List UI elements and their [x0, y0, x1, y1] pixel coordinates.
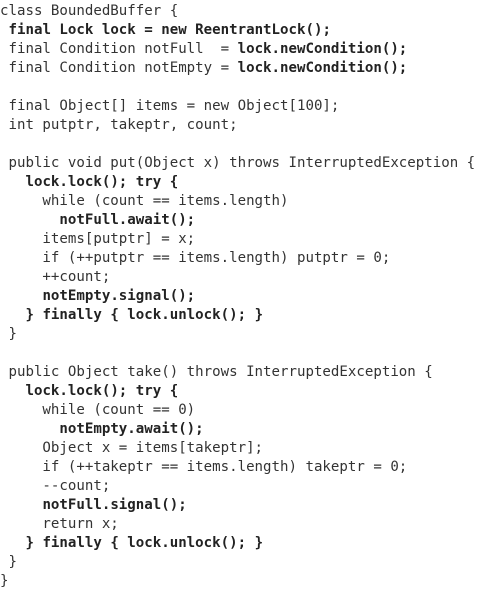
code-text: items[putptr] = x; [0, 231, 196, 247]
code-line: final Object[] items = new Object[100]; [0, 97, 495, 116]
code-highlight: } finally { lock.unlock(); } [25, 307, 264, 323]
code-text: final Condition notFull = [0, 41, 238, 57]
code-line: final Condition notEmpty = lock.newCondi… [0, 59, 495, 78]
code-line: lock.lock(); try { [0, 173, 495, 192]
code-text: if (++putptr == items.length) putptr = 0… [0, 250, 391, 266]
code-line: final Condition notFull = lock.newCondit… [0, 40, 495, 59]
code-line: public Object take() throws InterruptedE… [0, 363, 495, 382]
code-line: return x; [0, 515, 495, 534]
code-line: } finally { lock.unlock(); } [0, 534, 495, 553]
code-text: Object x = items[takeptr]; [0, 440, 264, 456]
code-line: final Lock lock = new ReentrantLock(); [0, 21, 495, 40]
code-highlight: lock.lock(); try { [25, 383, 179, 399]
code-line: class BoundedBuffer { [0, 2, 495, 21]
code-text: --count; [0, 478, 111, 494]
code-text: ++count; [0, 269, 111, 285]
code-text: } [0, 326, 17, 342]
code-line: Object x = items[takeptr]; [0, 439, 495, 458]
code-line: while (count == items.length) [0, 192, 495, 211]
code-line: notFull.signal(); [0, 496, 495, 515]
code-line: while (count == 0) [0, 401, 495, 420]
code-highlight: notEmpty.await(); [59, 421, 204, 437]
code-highlight: lock.lock(); try { [25, 174, 179, 190]
code-text: public void put(Object x) throws Interru… [0, 155, 476, 171]
code-line: public void put(Object x) throws Interru… [0, 154, 495, 173]
code-text: while (count == items.length) [0, 193, 289, 209]
code-block: class BoundedBuffer { final Lock lock = … [0, 0, 495, 593]
code-line: notFull.await(); [0, 211, 495, 230]
code-text: return x; [0, 516, 119, 532]
code-text: while (count == 0) [0, 402, 196, 418]
code-line: } [0, 325, 495, 344]
code-line: int putptr, takeptr, count; [0, 116, 495, 135]
code-text: int putptr, takeptr, count; [0, 117, 238, 133]
code-text: final Object[] items = new Object[100]; [0, 98, 340, 114]
code-highlight: lock.newCondition(); [237, 41, 408, 57]
code-text: if (++takeptr == items.length) takeptr =… [0, 459, 408, 475]
code-line: items[putptr] = x; [0, 230, 495, 249]
code-line: } [0, 572, 495, 591]
code-line: notEmpty.await(); [0, 420, 495, 439]
code-line: } finally { lock.unlock(); } [0, 306, 495, 325]
code-text: final Condition notEmpty = [0, 60, 238, 76]
code-line: if (++takeptr == items.length) takeptr =… [0, 458, 495, 477]
code-highlight: final Lock lock = new ReentrantLock(); [8, 22, 331, 38]
code-text: class BoundedBuffer { [0, 3, 179, 19]
code-line: ++count; [0, 268, 495, 287]
code-highlight: } finally { lock.unlock(); } [25, 535, 264, 551]
code-highlight: notFull.signal(); [42, 497, 187, 513]
code-line: notEmpty.signal(); [0, 287, 495, 306]
code-text: } [0, 573, 9, 589]
code-line: lock.lock(); try { [0, 382, 495, 401]
code-highlight: notEmpty.signal(); [42, 288, 196, 304]
code-highlight: notFull.await(); [59, 212, 196, 228]
code-line: if (++putptr == items.length) putptr = 0… [0, 249, 495, 268]
code-text: } [0, 554, 17, 570]
code-line: --count; [0, 477, 495, 496]
code-highlight: lock.newCondition(); [237, 60, 408, 76]
code-line: } [0, 553, 495, 572]
code-text: public Object take() throws InterruptedE… [0, 364, 433, 380]
